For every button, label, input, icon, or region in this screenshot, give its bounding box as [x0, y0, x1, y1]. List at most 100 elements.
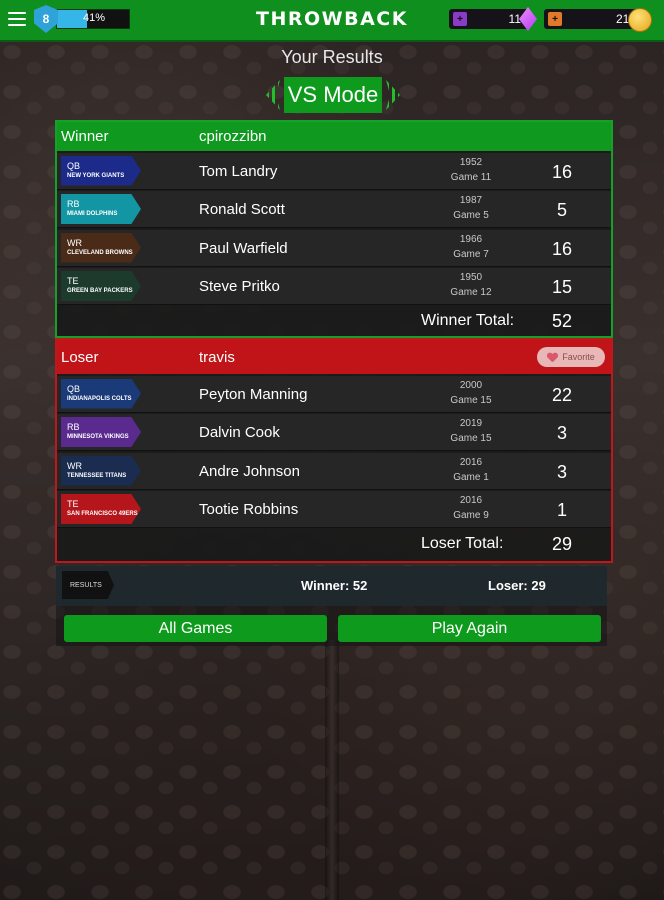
loser-label: Loser: [61, 348, 99, 366]
position-label: RB: [67, 199, 80, 209]
player-score: 3: [556, 423, 567, 443]
team-label: CLEVELAND BROWNS: [67, 249, 133, 256]
heart-icon: [547, 353, 557, 362]
player-score: 15: [551, 277, 573, 297]
player-score: 22: [551, 384, 573, 405]
winner-label: Winner: [61, 128, 109, 145]
position-label: QB: [67, 383, 81, 394]
player-name: Peyton Manning: [199, 385, 308, 403]
player-year: 2016: [459, 456, 483, 468]
player-row: RB MINNESOTA VIKINGS Dalvin Cook 2019 Game 1…: [57, 414, 611, 451]
winner-header: Winner cpirozzibn: [57, 122, 611, 151]
position-label: TE: [67, 276, 79, 286]
favorite-button[interactable]: Favorite: [537, 347, 605, 367]
player-row: WR CLEVELAND BROWNS Paul Warfield 1966 Game …: [57, 229, 611, 267]
position-tag: RB MINNESOTA VIKINGS: [61, 417, 141, 447]
player-row: RB MIAMI DOLPHINS Ronald Scott 1987 Game 5 5: [57, 191, 611, 228]
player-row: QB INDIANAPOLIS COLTS Peyton Manning 2000 Ga…: [57, 375, 611, 413]
position-tag: RB MIAMI DOLPHINS: [61, 194, 141, 224]
loser-total-label: Loser Total:: [421, 535, 504, 552]
player-game: Game 15: [450, 433, 492, 444]
top-bar: 41% 8 THROWBACK + 11 + 216: [0, 0, 664, 42]
player-year: 1952: [459, 156, 483, 168]
position-tag: TE SAN FRANCISCO 49ERS: [61, 494, 141, 524]
results-tag: RESULTS: [62, 571, 114, 599]
loser-header: Loser travis Favorite: [57, 340, 611, 374]
winner-total-score: 52: [551, 311, 573, 331]
position-label: TE: [67, 499, 79, 509]
loser-total-score: 29: [551, 534, 573, 554]
player-year: 1966: [459, 233, 483, 245]
team-label: TENNESSEE TITANS: [67, 472, 127, 479]
player-year: 2016: [459, 495, 483, 506]
page-subtitle: Your Results: [281, 47, 383, 67]
position-tag: WR CLEVELAND BROWNS: [61, 232, 141, 263]
coin-icon: [628, 8, 652, 32]
position-label: WR: [67, 460, 82, 471]
player-score: 1: [556, 500, 567, 520]
player-row: TE SAN FRANCISCO 49ERS Tootie Robbins 2016 G…: [57, 491, 611, 528]
coin-counter[interactable]: + 216: [544, 8, 652, 32]
loser-total-row: Loser Total: 29: [57, 528, 611, 560]
results-summary: RESULTS Winner: 52 Loser: 29: [56, 566, 607, 606]
player-name: Tom Landry: [199, 162, 278, 180]
player-row: QB NEW YORK GIANTS Tom Landry 1952 Game 11 16: [57, 152, 611, 190]
winner-total-label: Winner Total:: [421, 312, 515, 329]
chevron-right-icon: [386, 80, 400, 110]
player-name: Andre Johnson: [199, 462, 300, 480]
team-label: INDIANAPOLIS COLTS: [67, 395, 132, 402]
position-tag: TE GREEN BAY PACKERS: [61, 271, 141, 301]
player-name: Steve Pritko: [199, 278, 280, 295]
loser-panel: Loser travis Favorite QB INDIANAPOLIS COL…: [55, 338, 613, 563]
player-score: 3: [556, 461, 567, 482]
team-label: MINNESOTA VIKINGS: [67, 434, 129, 440]
gem-counter[interactable]: + 11: [449, 7, 537, 31]
player-game: Game 11: [450, 171, 492, 183]
team-label: NEW YORK GIANTS: [67, 172, 125, 179]
position-label: WR: [67, 237, 82, 248]
coin-add-icon[interactable]: +: [548, 12, 562, 26]
mode-title: VS Mode: [284, 77, 382, 113]
loser-username: travis: [199, 348, 235, 366]
player-name: Tootie Robbins: [199, 501, 299, 518]
player-game: Game 9: [453, 510, 489, 521]
position-tag: QB INDIANAPOLIS COLTS: [61, 378, 141, 409]
player-name: Paul Warfield: [199, 239, 288, 257]
action-bar: All Games Play Again: [56, 606, 607, 646]
player-game: Game 5: [453, 210, 489, 221]
mode-banner: VS Mode: [266, 77, 400, 113]
football-seam: [325, 640, 339, 900]
player-name: Ronald Scott: [199, 201, 285, 218]
favorite-label: Favorite: [562, 352, 595, 362]
position-tag: WR TENNESSEE TITANS: [61, 455, 141, 486]
player-year: 1987: [459, 195, 483, 206]
player-game: Game 1: [453, 471, 489, 483]
player-year: 2019: [459, 418, 483, 429]
winner-total-row: Winner Total: 52: [57, 305, 611, 337]
player-score: 16: [551, 161, 573, 182]
player-game: Game 12: [450, 287, 492, 298]
gem-add-icon[interactable]: +: [453, 12, 467, 26]
player-game: Game 7: [453, 248, 489, 260]
position-label: RB: [67, 422, 80, 432]
position-label: QB: [67, 160, 81, 171]
chevron-left-icon: [266, 80, 280, 110]
player-score: 5: [556, 200, 567, 220]
player-score: 16: [551, 238, 573, 259]
all-games-button[interactable]: All Games: [64, 615, 327, 642]
player-row: TE GREEN BAY PACKERS Steve Pritko 1950 Game …: [57, 268, 611, 305]
winner-panel: Winner cpirozzibn QB NEW YORK GIANTS Tom L…: [55, 120, 613, 338]
position-tag: QB NEW YORK GIANTS: [61, 155, 141, 186]
team-label: MIAMI DOLPHINS: [67, 211, 118, 217]
play-again-button[interactable]: Play Again: [338, 615, 601, 642]
summary-loser: Loser: 29: [488, 578, 546, 593]
player-name: Dalvin Cook: [199, 424, 280, 441]
player-row: WR TENNESSEE TITANS Andre Johnson 2016 Game …: [57, 452, 611, 490]
winner-username: cpirozzibn: [199, 128, 267, 145]
team-label: GREEN BAY PACKERS: [67, 288, 133, 294]
player-year: 1950: [459, 272, 483, 283]
team-label: SAN FRANCISCO 49ERS: [67, 511, 138, 517]
summary-winner: Winner: 52: [301, 578, 368, 593]
player-game: Game 15: [450, 394, 492, 406]
player-year: 2000: [459, 379, 483, 391]
